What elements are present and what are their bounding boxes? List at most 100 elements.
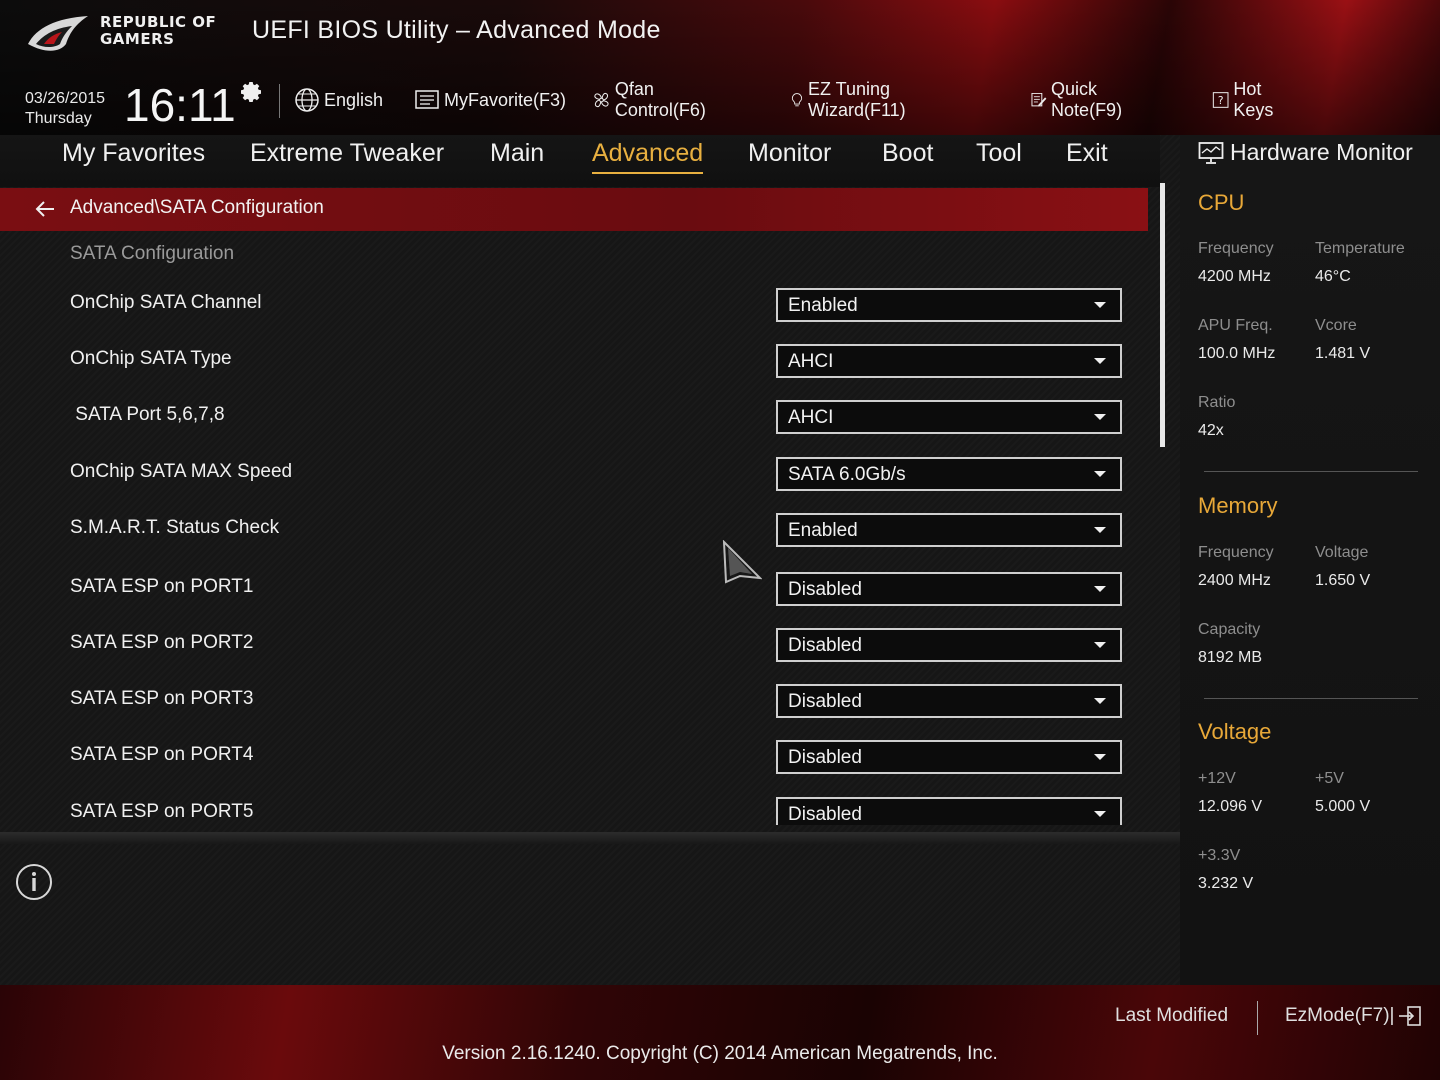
lightbulb-icon bbox=[791, 93, 803, 107]
setting-label: OnChip SATA MAX Speed bbox=[70, 461, 293, 482]
sata-esp-port5-select[interactable]: Disabled bbox=[776, 797, 1122, 825]
setting-label: S.M.A.R.T. Status Check bbox=[70, 517, 280, 538]
scrollbar[interactable] bbox=[1160, 183, 1165, 447]
setting-row: S.M.A.R.T. Status Check Enabled bbox=[0, 513, 1150, 563]
memory-voltage-value: 1.650 V bbox=[1315, 572, 1371, 589]
language-button[interactable]: English bbox=[294, 84, 383, 116]
memory-frequency-value: 2400 MHz bbox=[1198, 572, 1271, 589]
vcore-label: Vcore bbox=[1315, 317, 1357, 334]
ezmode-label: EzMode(F7)| bbox=[1285, 1005, 1395, 1026]
memory-voltage-label: Voltage bbox=[1315, 544, 1369, 561]
tab-boot[interactable]: Boot bbox=[882, 139, 933, 168]
hot-keys-button[interactable]: ? Hot Keys bbox=[1212, 79, 1282, 120]
sata-esp-port2-select[interactable]: Disabled bbox=[776, 628, 1122, 662]
setting-label: SATA ESP on PORT4 bbox=[70, 744, 254, 765]
setting-row: OnChip SATA Type AHCI bbox=[0, 344, 1150, 394]
v5-label: +5V bbox=[1315, 770, 1344, 787]
cpu-divider bbox=[1204, 471, 1418, 472]
memory-capacity-value: 8192 MB bbox=[1198, 649, 1263, 666]
setting-row: OnChip SATA MAX Speed SATA 6.0Gb/s bbox=[0, 457, 1150, 507]
qfan-button[interactable]: Qfan Control(F6) bbox=[592, 79, 713, 120]
gear-icon[interactable] bbox=[240, 80, 264, 104]
back-arrow-icon[interactable] bbox=[34, 198, 56, 220]
section-title: SATA Configuration bbox=[70, 243, 235, 264]
chevron-down-icon bbox=[1094, 414, 1106, 420]
ezmode-button[interactable]: EzMode(F7)| bbox=[1285, 1005, 1422, 1027]
tab-my-favorites[interactable]: My Favorites bbox=[62, 139, 205, 168]
chevron-down-icon bbox=[1094, 471, 1106, 477]
last-modified-button[interactable]: Last Modified bbox=[1115, 1005, 1228, 1027]
select-value: AHCI bbox=[788, 407, 834, 428]
select-value: Disabled bbox=[788, 635, 862, 656]
smart-status-check-select[interactable]: Enabled bbox=[776, 513, 1122, 547]
v5-value: 5.000 V bbox=[1315, 798, 1371, 815]
setting-label: SATA Port 5,6,7,8 bbox=[70, 404, 225, 425]
tab-extreme-tweaker[interactable]: Extreme Tweaker bbox=[250, 139, 444, 168]
apu-freq-value: 100.0 MHz bbox=[1198, 345, 1276, 362]
sata-port-5678-select[interactable]: AHCI bbox=[776, 400, 1122, 434]
settings-list: SATA Configuration OnChip SATA Channel E… bbox=[0, 231, 1150, 831]
tab-tool[interactable]: Tool bbox=[976, 139, 1022, 168]
myfavorite-button[interactable]: MyFavorite(F3) bbox=[414, 84, 566, 116]
sata-esp-port3-select[interactable]: Disabled bbox=[776, 684, 1122, 718]
version-text: Version 2.16.1240. Copyright (C) 2014 Am… bbox=[442, 1043, 998, 1064]
app-title: UEFI BIOS Utility – Advanced Mode bbox=[252, 16, 661, 44]
breadcrumb: Advanced\SATA Configuration bbox=[0, 188, 1148, 231]
tab-exit[interactable]: Exit bbox=[1066, 139, 1108, 168]
ez-tuning-button[interactable]: EZ Tuning Wizard(F11) bbox=[790, 79, 916, 120]
setting-row: SATA Port 5,6,7,8 AHCI bbox=[0, 400, 1150, 450]
date-text: 03/26/2015 bbox=[25, 90, 106, 107]
quick-note-label: Quick Note(F9) bbox=[1051, 79, 1123, 120]
chevron-down-icon bbox=[1094, 811, 1106, 817]
select-value: AHCI bbox=[788, 351, 834, 372]
setting-label: OnChip SATA Type bbox=[70, 348, 232, 369]
qfan-label: Qfan Control(F6) bbox=[614, 79, 706, 120]
select-value: Disabled bbox=[788, 804, 862, 825]
onchip-sata-channel-select[interactable]: Enabled bbox=[776, 288, 1122, 322]
apu-freq-label: APU Freq. bbox=[1198, 317, 1273, 334]
v12-label: +12V bbox=[1198, 770, 1236, 787]
main-menu: My Favorites Extreme Tweaker Main Advanc… bbox=[0, 135, 1160, 187]
sata-esp-port1-select[interactable]: Disabled bbox=[776, 572, 1122, 606]
setting-label: SATA ESP on PORT3 bbox=[70, 688, 254, 709]
voltage-section-title: Voltage bbox=[1198, 719, 1272, 744]
brand-line2: GAMERS bbox=[100, 30, 175, 48]
hardware-monitor-label: Hardware Monitor bbox=[1230, 139, 1413, 165]
footer-bar: Last Modified EzMode(F7)| Version 2.16.1… bbox=[0, 985, 1440, 1080]
day-text: Thursday bbox=[25, 110, 92, 127]
chevron-down-icon bbox=[1094, 586, 1106, 592]
select-value: Disabled bbox=[788, 691, 862, 712]
chevron-down-icon bbox=[1094, 302, 1106, 308]
rog-logo: REPUBLIC OF GAMERS bbox=[26, 10, 236, 60]
tab-main[interactable]: Main bbox=[490, 139, 544, 168]
tab-monitor[interactable]: Monitor bbox=[748, 139, 831, 168]
select-value: Enabled bbox=[788, 520, 858, 541]
chevron-down-icon bbox=[1094, 527, 1106, 533]
sata-max-speed-select[interactable]: SATA 6.0Gb/s bbox=[776, 457, 1122, 491]
setting-row: OnChip SATA Channel Enabled bbox=[0, 288, 1150, 338]
date-display: 03/26/2015 Thursday bbox=[25, 89, 105, 129]
cpu-section-title: CPU bbox=[1198, 190, 1245, 215]
info-icon[interactable] bbox=[15, 863, 53, 901]
setting-row: SATA ESP on PORT4 Disabled bbox=[0, 740, 1150, 790]
tab-advanced[interactable]: Advanced bbox=[592, 139, 704, 174]
ez-tuning-label: EZ Tuning Wizard(F11) bbox=[807, 79, 906, 120]
onchip-sata-type-select[interactable]: AHCI bbox=[776, 344, 1122, 378]
monitor-icon bbox=[1198, 141, 1224, 164]
quick-note-button[interactable]: Quick Note(F9) bbox=[1030, 79, 1131, 120]
footer-divider bbox=[1257, 1001, 1258, 1035]
note-icon bbox=[1031, 92, 1047, 107]
myfavorite-label: MyFavorite(F3) bbox=[444, 89, 567, 110]
memory-capacity-label: Capacity bbox=[1198, 621, 1261, 638]
setting-row: SATA ESP on PORT3 Disabled bbox=[0, 684, 1150, 734]
header-divider bbox=[279, 84, 280, 118]
memory-section-title: Memory bbox=[1198, 493, 1278, 518]
cpu-temperature-value: 46°C bbox=[1315, 268, 1351, 285]
setting-row: SATA ESP on PORT5 Disabled bbox=[0, 797, 1150, 825]
setting-row: SATA ESP on PORT2 Disabled bbox=[0, 628, 1150, 678]
svg-text:?: ? bbox=[1218, 94, 1224, 107]
hot-keys-label: Hot Keys bbox=[1233, 79, 1274, 120]
setting-label: SATA ESP on PORT1 bbox=[70, 576, 254, 597]
sata-esp-port4-select[interactable]: Disabled bbox=[776, 740, 1122, 774]
breadcrumb-path: Advanced\SATA Configuration bbox=[70, 197, 324, 218]
